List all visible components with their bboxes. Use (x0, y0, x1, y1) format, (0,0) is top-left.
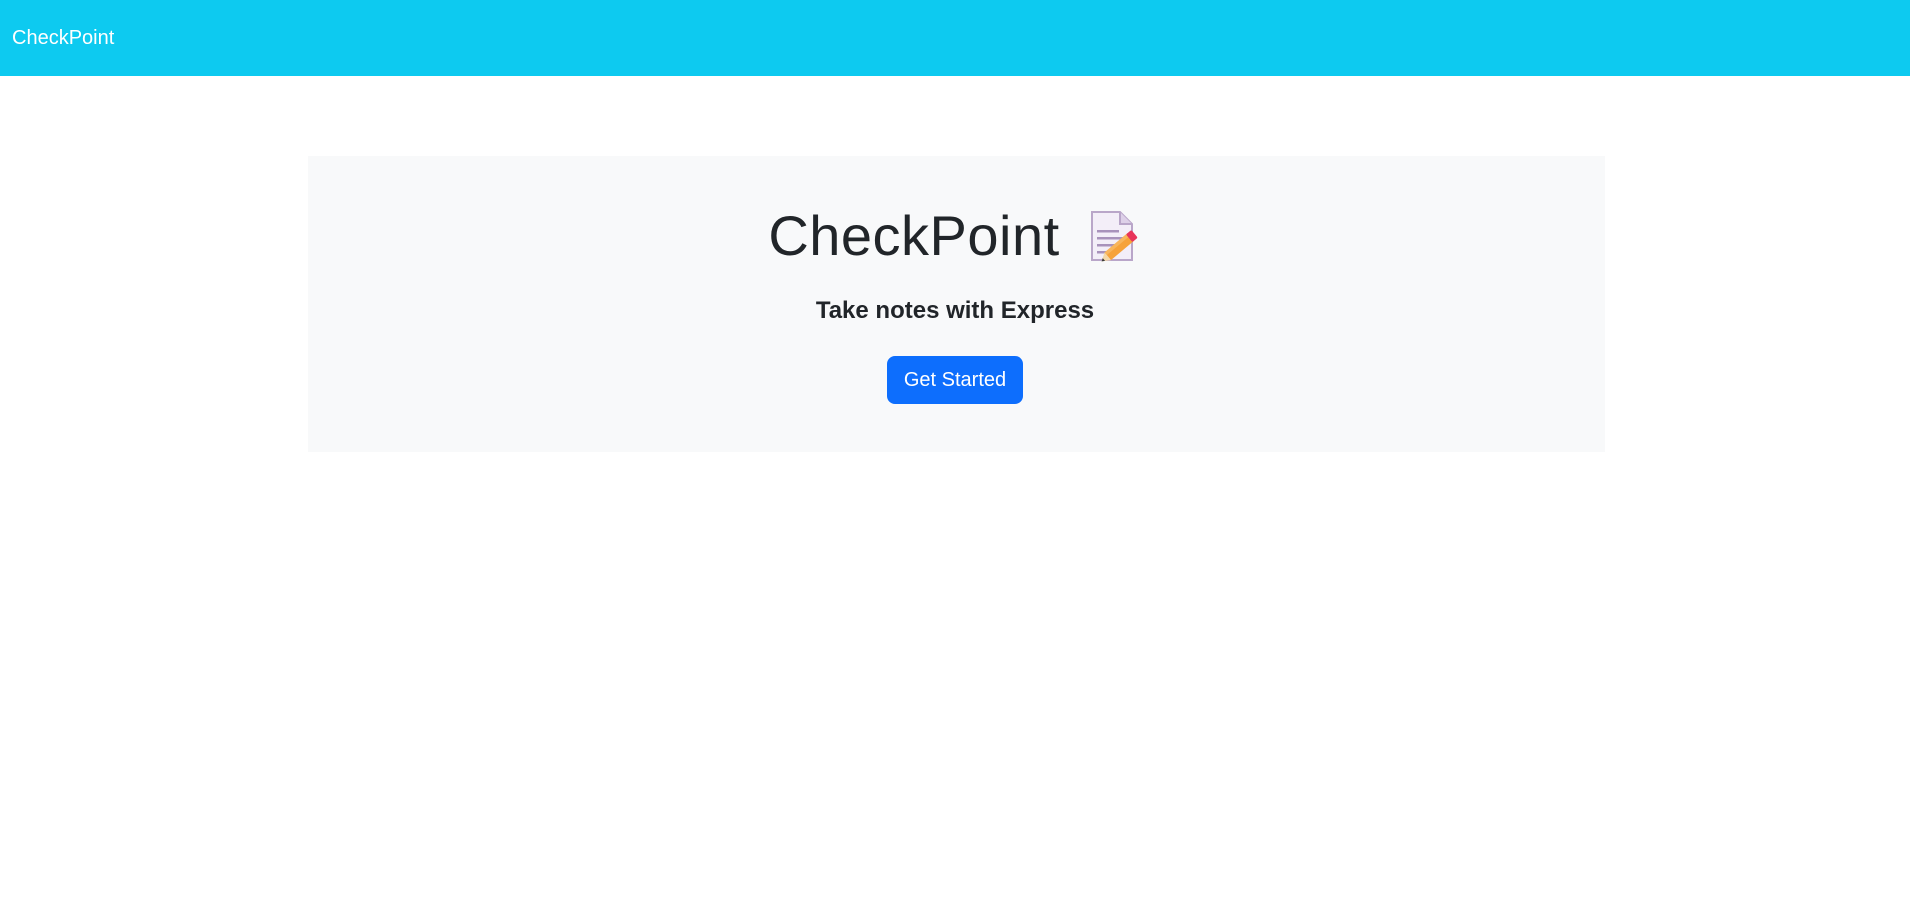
hero-title: CheckPoint (0, 208, 1910, 264)
cta-container: Get Started (0, 356, 1910, 404)
memo-icon (1086, 208, 1142, 264)
hero-tagline: Take notes with Express (815, 297, 1095, 324)
top-navbar: CheckPoint (0, 0, 1910, 76)
get-started-button[interactable]: Get Started (886, 356, 1024, 404)
hero-title-text: CheckPoint (768, 204, 1060, 267)
navbar-brand-link[interactable]: CheckPoint (12, 28, 114, 48)
